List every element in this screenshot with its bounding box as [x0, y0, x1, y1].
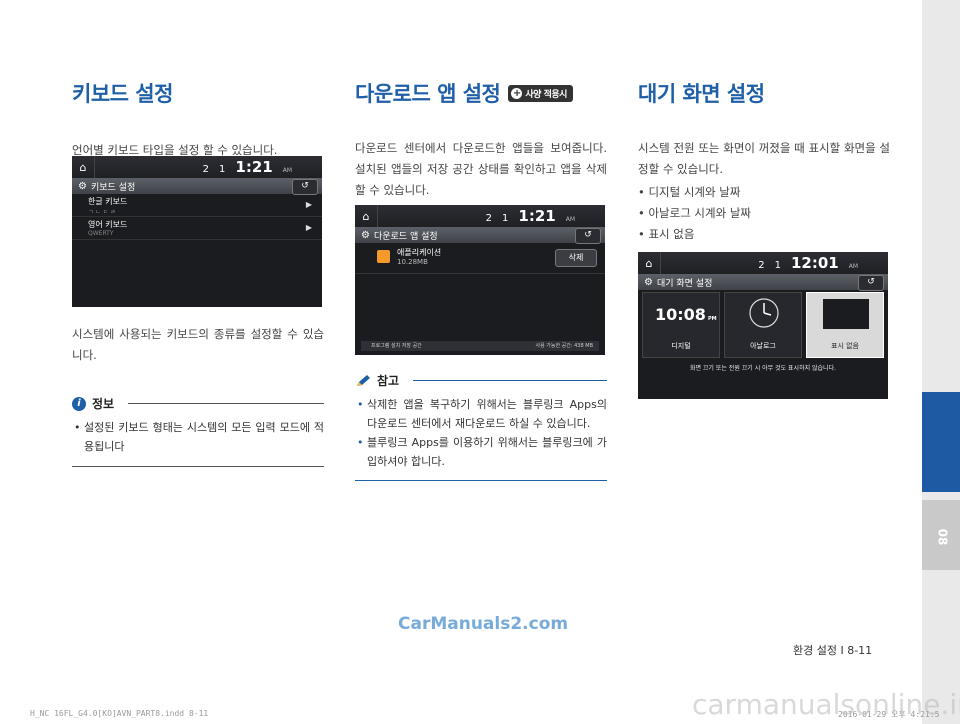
- standby-option-cards: 10:08 PM 디지털 아날로그 표시 없음: [642, 292, 884, 358]
- screen-topbar: ⌂ 2 1 1:21 AM: [355, 205, 605, 227]
- keyboard-screen: ⌂ 2 1 1:21 AM ⚙ 키보드 설정 ↺ 한글 키보드 ㄱ ㄴ ㄷ ㄹ …: [72, 156, 322, 307]
- analog-clock-icon: [749, 298, 779, 328]
- info-heading: i 정보: [72, 395, 324, 412]
- chapter-sidebar: 08: [922, 0, 960, 724]
- home-icon[interactable]: ⌂: [72, 156, 95, 178]
- screen-status: 2 1 1:21 AM: [202, 158, 292, 176]
- note-item: 삭제한 앱을 복구하기 위해서는 블루링크 Apps의 다운로드 센터에서 재다…: [357, 395, 607, 433]
- storage-bar: 프로그램 설치 저장 공간 사용 가능한 공간: 438 MB: [361, 341, 599, 351]
- arrow-right-icon: ▶: [305, 200, 312, 209]
- section-title: 키보드 설정: [72, 82, 173, 106]
- screen-status: 2 1 1:21 AM: [485, 207, 575, 225]
- gear-icon: ⚙: [78, 180, 87, 192]
- info-box: i 정보 설정된 키보드 형태는 시스템의 모든 입력 모드에 적용됩니다: [72, 395, 324, 467]
- option-analog[interactable]: 아날로그: [724, 292, 802, 358]
- standby-options-list: 디지털 시계와 날짜 아날로그 시계와 날짜 표시 없음: [638, 182, 890, 245]
- screen-clock: 1:21: [518, 207, 556, 225]
- plus-icon: +: [511, 87, 523, 99]
- note-heading: 참고: [355, 372, 607, 389]
- page-footer: 환경 설정 I 8-11: [793, 644, 873, 657]
- option-none-selected[interactable]: 표시 없음: [806, 292, 884, 358]
- standby-message: 화면 끄기 또는 전원 끄기 시 아무 것도 표시하지 않습니다.: [689, 365, 837, 372]
- screen-status: 2 1 12:01 AM: [758, 254, 858, 272]
- screen-topbar: ⌂ 2 1 12:01 AM: [638, 252, 888, 274]
- download-apps-screen: ⌂ 2 1 1:21 AM ⚙ 다운로드 앱 설정 ↺ 애플리케이션 10.28…: [355, 205, 605, 355]
- home-icon[interactable]: ⌂: [638, 252, 661, 274]
- intro-text: 다운로드 센터에서 다운로드한 앱들을 보여줍니다. 설치된 앱들의 저장 공간…: [355, 141, 607, 197]
- gear-icon: ⚙: [644, 276, 653, 288]
- back-button[interactable]: ↺: [575, 228, 601, 244]
- list-item: 아날로그 시계와 날짜: [638, 203, 890, 224]
- chapter-number: 08: [922, 500, 960, 570]
- back-button[interactable]: ↺: [292, 179, 318, 195]
- screen-topbar: ⌂ 2 1 1:21 AM: [72, 156, 322, 178]
- chapter-tab-highlight: [922, 392, 960, 492]
- info-list: 설정된 키보드 형태는 시스템의 모든 입력 모드에 적용됩니다: [72, 418, 324, 456]
- keyboard-desc-block: 시스템에 사용되는 키보드의 종류를 설정할 수 있습니다.: [72, 324, 324, 366]
- file-name: H_NC 16FL_G4.0[KO]AVN_PART8.indd 8-11: [30, 709, 209, 718]
- back-button[interactable]: ↺: [858, 275, 884, 291]
- info-icon: i: [72, 396, 86, 411]
- info-item: 설정된 키보드 형태는 시스템의 모든 입력 모드에 적용됩니다: [74, 418, 324, 456]
- digital-clock-preview: 10:08 PM: [655, 305, 717, 324]
- screen-titlebar: ⚙ 대기 화면 설정 ↺: [638, 274, 888, 291]
- blank-preview: [823, 299, 869, 329]
- spec-badge: + 사양 적용시: [508, 84, 573, 102]
- intro-text: 시스템 전원 또는 화면이 꺼졌을 때 표시할 화면을 설정할 수 있습니다.: [638, 141, 890, 176]
- arrow-right-icon: ▶: [305, 223, 312, 232]
- screen-clock: 1:21: [235, 158, 273, 176]
- screen-titlebar: ⚙ 다운로드 앱 설정 ↺: [355, 227, 605, 244]
- column-download-apps: 다운로드 앱 설정 + 사양 적용시 다운로드 센터에서 다운로드한 앱들을 보여…: [355, 78, 607, 201]
- desc-text: 시스템에 사용되는 키보드의 종류를 설정할 수 있습니다.: [72, 327, 324, 362]
- note-list: 삭제한 앱을 복구하기 위해서는 블루링크 Apps의 다운로드 센터에서 재다…: [355, 395, 607, 471]
- section-title: 대기 화면 설정: [638, 82, 765, 106]
- column-keyboard: 키보드 설정 언어별 키보드 타입을 설정 할 수 있습니다.: [72, 78, 324, 161]
- delete-button[interactable]: 삭제: [555, 249, 597, 267]
- pencil-icon: [357, 374, 370, 386]
- list-item: 디지털 시계와 날짜: [638, 182, 890, 203]
- column-standby-screen: 대기 화면 설정 시스템 전원 또는 화면이 꺼졌을 때 표시할 화면을 설정할…: [638, 78, 890, 245]
- app-row[interactable]: 애플리케이션 10.28MB 삭제: [355, 243, 605, 274]
- keyboard-option-english[interactable]: 영어 키보드 QWERTY ▶: [72, 217, 322, 240]
- app-icon: [377, 250, 390, 263]
- note-item: 블루링크 Apps를 이용하기 위해서는 블루링크에 가입하셔야 합니다.: [357, 433, 607, 471]
- list-item: 표시 없음: [638, 224, 890, 245]
- standby-screen: ⌂ 2 1 12:01 AM ⚙ 대기 화면 설정 ↺ 10:08 PM 디지털 …: [638, 252, 888, 399]
- gear-icon: ⚙: [361, 229, 370, 241]
- section-title: 다운로드 앱 설정 + 사양 적용시: [355, 78, 607, 108]
- screen-titlebar: ⚙ 키보드 설정 ↺: [72, 178, 322, 195]
- home-icon[interactable]: ⌂: [355, 205, 378, 227]
- watermark-left: CarManuals2.com: [398, 614, 569, 634]
- note-box: 참고 삭제한 앱을 복구하기 위해서는 블루링크 Apps의 다운로드 센터에서…: [355, 372, 607, 481]
- screen-clock: 12:01: [790, 254, 839, 272]
- option-digital[interactable]: 10:08 PM 디지털: [642, 292, 720, 358]
- watermark-right: carmanualsonline.info: [692, 688, 960, 721]
- keyboard-option-korean[interactable]: 한글 키보드 ㄱ ㄴ ㄷ ㄹ ▶: [72, 194, 322, 217]
